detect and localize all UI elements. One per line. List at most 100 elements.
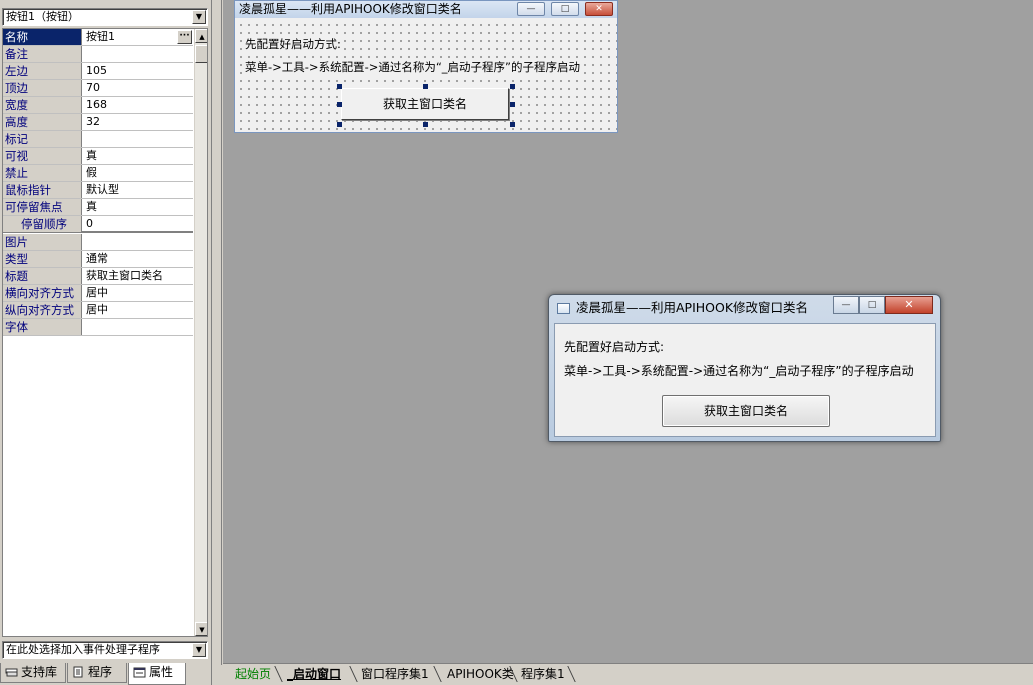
- tab-separator: [433, 666, 442, 682]
- property-value[interactable]: 假: [83, 165, 193, 181]
- property-value[interactable]: [83, 131, 193, 147]
- property-row[interactable]: 名称 按钮1 ···: [3, 29, 193, 46]
- selection-handle[interactable]: [337, 102, 342, 107]
- chevron-down-icon[interactable]: ▼: [192, 643, 206, 657]
- property-name: 宽度: [3, 97, 82, 113]
- tab-support-library[interactable]: 支持库: [0, 663, 66, 683]
- scroll-down-icon[interactable]: ▼: [195, 622, 207, 636]
- selection-handle[interactable]: [423, 84, 428, 89]
- property-value[interactable]: 32: [83, 114, 193, 130]
- property-row[interactable]: 图片: [3, 234, 193, 251]
- tab-window-module[interactable]: 窗口程序集1: [361, 664, 429, 684]
- event-select[interactable]: 在此处选择加入事件处理子程序 ▼: [2, 641, 208, 659]
- property-name: 标记: [3, 131, 82, 147]
- property-row[interactable]: 宽度 168: [3, 97, 193, 114]
- property-value[interactable]: 获取主窗口类名: [83, 268, 193, 284]
- maximize-icon[interactable]: □: [859, 296, 885, 314]
- property-row[interactable]: 字体: [3, 319, 193, 336]
- selection-handle[interactable]: [510, 84, 515, 89]
- design-button[interactable]: 获取主窗口类名: [341, 88, 509, 120]
- property-value[interactable]: 通常: [83, 251, 193, 267]
- property-value[interactable]: [83, 319, 193, 335]
- property-value[interactable]: 真: [83, 148, 193, 164]
- tab-separator: [349, 666, 358, 682]
- runtime-window[interactable]: 凌晨孤星——利用APIHOOK修改窗口类名 — □ ✕ 先配置好启动方式: 菜单…: [548, 294, 941, 442]
- property-name: 可停留焦点: [3, 199, 82, 215]
- tab-program[interactable]: 程序: [67, 663, 127, 683]
- property-value-input[interactable]: 按钮1 ···: [83, 29, 193, 45]
- property-name: 备注: [3, 46, 82, 62]
- tab-apihook-class[interactable]: APIHOOK类: [447, 664, 514, 684]
- property-value: 按钮1: [86, 30, 115, 43]
- runtime-window-client: 先配置好启动方式: 菜单->工具->系统配置->通过名称为“_启动子程序”的子程…: [554, 323, 936, 437]
- property-row[interactable]: 禁止 假: [3, 165, 193, 182]
- event-select-value: 在此处选择加入事件处理子程序: [6, 643, 160, 656]
- close-icon[interactable]: ✕: [585, 2, 613, 16]
- scroll-up-icon[interactable]: ▲: [195, 29, 207, 43]
- chevron-down-icon[interactable]: ▼: [192, 10, 206, 24]
- property-name: 横向对齐方式: [3, 285, 82, 301]
- tab-module-1[interactable]: 程序集1: [521, 664, 565, 684]
- panel-splitter[interactable]: [212, 0, 222, 665]
- property-name: 字体: [3, 319, 82, 335]
- selection-handle[interactable]: [510, 122, 515, 127]
- property-panel: 按钮1（按钮） ▼ 名称 按钮1 ··· 备注 左边 105 顶边 70 宽度 …: [0, 0, 212, 685]
- property-row[interactable]: 横向对齐方式 居中: [3, 285, 193, 302]
- property-row[interactable]: 高度 32: [3, 114, 193, 131]
- property-name: 纵向对齐方式: [3, 302, 82, 318]
- property-value[interactable]: 70: [83, 80, 193, 96]
- selection-handle[interactable]: [423, 122, 428, 127]
- property-value[interactable]: 默认型: [83, 182, 193, 198]
- property-value[interactable]: [83, 46, 193, 62]
- property-value[interactable]: [83, 234, 193, 250]
- tab-properties[interactable]: 属性: [128, 663, 186, 685]
- property-value[interactable]: 真: [83, 199, 193, 215]
- property-row[interactable]: 纵向对齐方式 居中: [3, 302, 193, 319]
- design-form[interactable]: 凌晨孤星——利用APIHOOK修改窗口类名 — □ ✕ 先配置好启动方式: 菜单…: [234, 0, 618, 133]
- property-value[interactable]: 居中: [83, 285, 193, 301]
- property-grid: 名称 按钮1 ··· 备注 左边 105 顶边 70 宽度 168 高度 32 …: [2, 28, 208, 637]
- property-row[interactable]: 停留顺序 0: [3, 216, 193, 233]
- design-label-2[interactable]: 菜单->工具->系统配置->通过名称为“_启动子程序”的子程序启动: [245, 60, 581, 74]
- property-row[interactable]: 备注: [3, 46, 193, 63]
- runtime-label-2: 菜单->工具->系统配置->通过名称为“_启动子程序”的子程序启动: [564, 364, 914, 378]
- minimize-icon[interactable]: —: [833, 296, 859, 314]
- property-row[interactable]: 可视 真: [3, 148, 193, 165]
- property-value[interactable]: 168: [83, 97, 193, 113]
- tab-start-page[interactable]: 起始页: [235, 664, 271, 684]
- property-value[interactable]: 105: [83, 63, 193, 79]
- property-name: 左边: [3, 63, 82, 79]
- property-name: 停留顺序: [3, 216, 82, 232]
- property-value[interactable]: 居中: [83, 302, 193, 318]
- tab-label: 程序: [88, 665, 113, 679]
- ellipsis-button[interactable]: ···: [177, 30, 192, 44]
- object-select[interactable]: 按钮1（按钮） ▼: [2, 8, 208, 26]
- property-row[interactable]: 类型 通常: [3, 251, 193, 268]
- property-row[interactable]: 标题 获取主窗口类名: [3, 268, 193, 285]
- property-name: 顶边: [3, 80, 82, 96]
- property-row[interactable]: 可停留焦点 真: [3, 199, 193, 216]
- design-label-1[interactable]: 先配置好启动方式:: [245, 37, 341, 51]
- runtime-label-1: 先配置好启动方式:: [564, 340, 665, 354]
- tab-separator: [274, 666, 283, 682]
- vertical-scrollbar[interactable]: ▲ ▼: [194, 29, 207, 636]
- maximize-icon[interactable]: □: [551, 2, 579, 16]
- property-row[interactable]: 鼠标指针 默认型: [3, 182, 193, 199]
- property-row[interactable]: 顶边 70: [3, 80, 193, 97]
- scroll-thumb[interactable]: [195, 45, 207, 63]
- minimize-icon[interactable]: —: [517, 2, 545, 16]
- tab-startup-window[interactable]: _启动窗口: [287, 664, 341, 684]
- property-name: 可视: [3, 148, 82, 164]
- get-main-window-class-button[interactable]: 获取主窗口类名: [662, 395, 830, 427]
- design-form-client[interactable]: 先配置好启动方式: 菜单->工具->系统配置->通过名称为“_启动子程序”的子程…: [235, 18, 617, 132]
- selection-handle[interactable]: [510, 102, 515, 107]
- property-name: 名称: [3, 29, 82, 45]
- property-row[interactable]: 左边 105: [3, 63, 193, 80]
- selection-handle[interactable]: [337, 122, 342, 127]
- property-name: 鼠标指针: [3, 182, 82, 198]
- property-row[interactable]: 标记: [3, 131, 193, 148]
- panel-tabs: 支持库 程序 属性: [0, 663, 212, 685]
- close-icon[interactable]: ✕: [885, 296, 933, 314]
- property-value[interactable]: 0: [83, 216, 193, 232]
- selection-handle[interactable]: [337, 84, 342, 89]
